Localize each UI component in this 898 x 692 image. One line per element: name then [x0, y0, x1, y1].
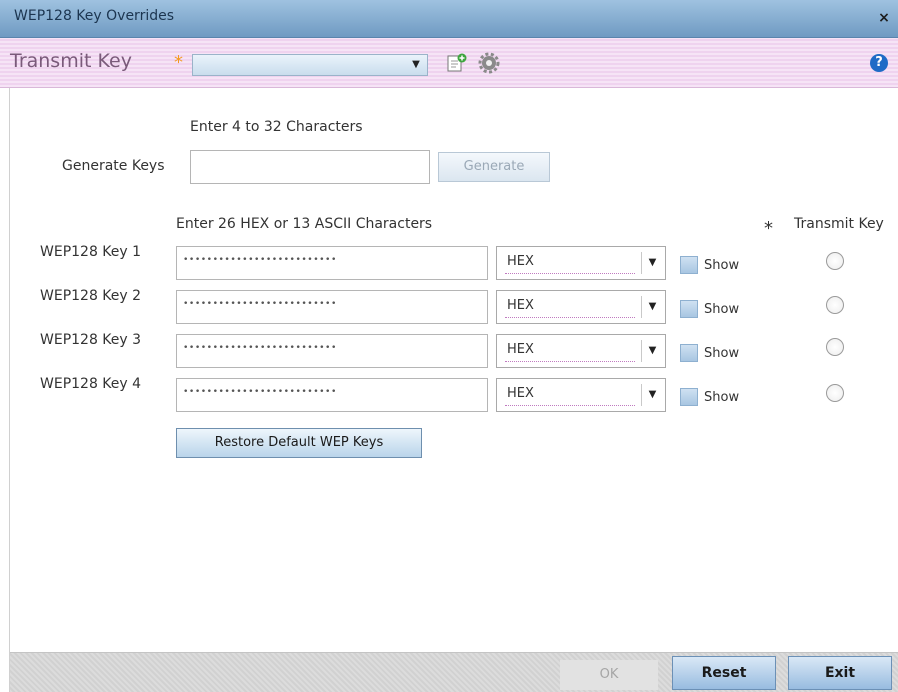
wep-key-3-input[interactable]: •••••••••••••••••••••••••• [176, 334, 488, 368]
chevron-down-icon[interactable]: ▼ [641, 340, 663, 362]
wep-key-2-input[interactable]: •••••••••••••••••••••••••• [176, 290, 488, 324]
wep-key-2-transmit-radio[interactable] [826, 296, 844, 314]
format-underline [505, 361, 635, 362]
new-item-icon[interactable] [446, 52, 468, 74]
exit-button[interactable]: Exit [788, 656, 892, 690]
transmit-key-label: Transmit Key [10, 50, 132, 72]
generate-button[interactable]: Generate [438, 152, 550, 182]
restore-default-keys-button[interactable]: Restore Default WEP Keys [176, 428, 422, 458]
wep-key-1-transmit-radio[interactable] [826, 252, 844, 270]
wep-key-2-format-value: HEX [507, 298, 534, 313]
chevron-down-icon[interactable]: ▼ [641, 252, 663, 274]
help-icon[interactable]: ? [870, 54, 888, 72]
wep-key-3-format-value: HEX [507, 342, 534, 357]
keys-hint: Enter 26 HEX or 13 ASCII Characters [176, 216, 433, 232]
wep-key-2-format-select[interactable]: HEX ▼ [496, 290, 666, 324]
left-panel-edge [0, 88, 10, 692]
wep-key-1-masked-value: •••••••••••••••••••••••••• [183, 255, 337, 265]
wep-key-4-masked-value: •••••••••••••••••••••••••• [183, 387, 337, 397]
required-star-icon: * [174, 52, 183, 73]
wep-key-4-format-value: HEX [507, 386, 534, 401]
window-title-bar: WEP128 Key Overrides × [0, 0, 898, 38]
generate-hint: Enter 4 to 32 Characters [190, 119, 363, 135]
wep-key-1-label: WEP128 Key 1 [40, 244, 142, 260]
transmit-key-select[interactable]: ▼ [192, 54, 428, 76]
reset-button[interactable]: Reset [672, 656, 776, 690]
window-title: WEP128 Key Overrides [14, 8, 175, 24]
wep-key-3-masked-value: •••••••••••••••••••••••••• [183, 343, 337, 353]
wep-key-4-label: WEP128 Key 4 [40, 376, 142, 392]
transmit-key-column-header: Transmit Key [794, 216, 884, 232]
wep-key-2-label: WEP128 Key 2 [40, 288, 142, 304]
settings-icon[interactable] [478, 52, 500, 74]
format-underline [505, 273, 635, 274]
wep-key-4-show-label: Show [704, 390, 740, 405]
wep-key-3-label: WEP128 Key 3 [40, 332, 142, 348]
transmit-key-toolbar: Transmit Key * ▼ ? [0, 38, 898, 88]
wep-key-4-transmit-radio[interactable] [826, 384, 844, 402]
chevron-down-icon[interactable]: ▼ [409, 58, 423, 72]
wep-key-3-format-select[interactable]: HEX ▼ [496, 334, 666, 368]
wep-key-2-masked-value: •••••••••••••••••••••••••• [183, 299, 337, 309]
format-underline [505, 405, 635, 406]
required-star-icon: * [764, 218, 773, 239]
wep-key-4-input[interactable]: •••••••••••••••••••••••••• [176, 378, 488, 412]
wep-key-1-input[interactable]: •••••••••••••••••••••••••• [176, 246, 488, 280]
wep-key-3-show-label: Show [704, 346, 740, 361]
format-underline [505, 317, 635, 318]
close-icon[interactable]: × [876, 10, 892, 26]
wep-key-2-show-label: Show [704, 302, 740, 317]
chevron-down-icon[interactable]: ▼ [641, 296, 663, 318]
wep-key-3-transmit-radio[interactable] [826, 338, 844, 356]
wep-key-4-show-checkbox[interactable] [680, 388, 698, 406]
wep-key-3-show-checkbox[interactable] [680, 344, 698, 362]
wep-key-2-show-checkbox[interactable] [680, 300, 698, 318]
wep-key-4-format-select[interactable]: HEX ▼ [496, 378, 666, 412]
generate-keys-input[interactable] [190, 150, 430, 184]
wep-key-1-format-value: HEX [507, 254, 534, 269]
ok-button[interactable]: OK [560, 660, 658, 690]
wep-key-1-show-label: Show [704, 258, 740, 273]
wep-key-1-format-select[interactable]: HEX ▼ [496, 246, 666, 280]
wep-key-1-show-checkbox[interactable] [680, 256, 698, 274]
chevron-down-icon[interactable]: ▼ [641, 384, 663, 406]
generate-keys-label: Generate Keys [62, 158, 165, 174]
